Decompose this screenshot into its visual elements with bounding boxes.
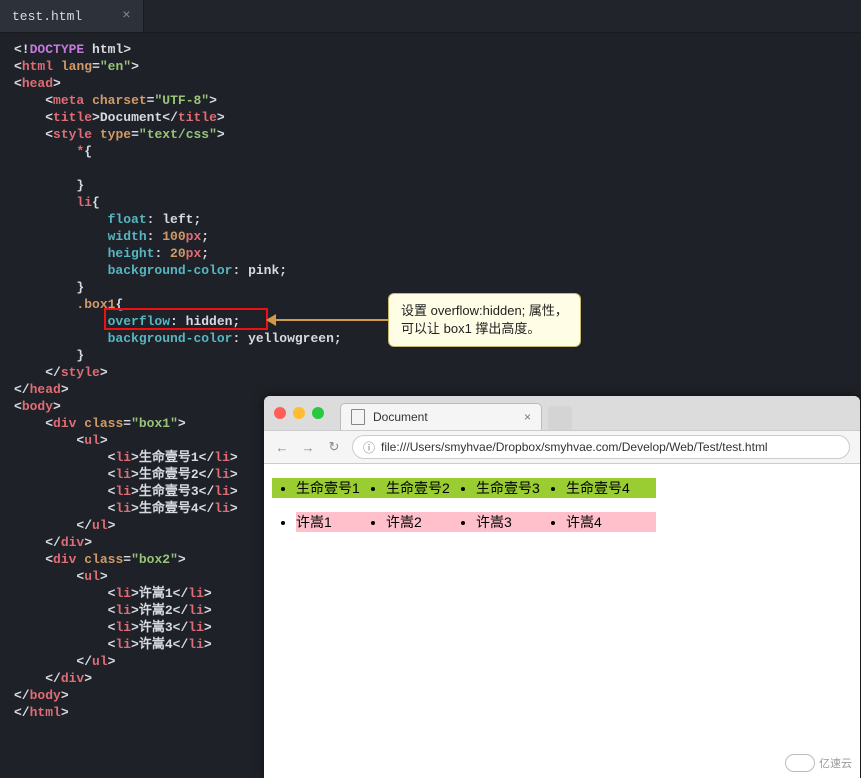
list-item: 生命壹号4: [566, 478, 656, 498]
browser-tab[interactable]: Document ×: [340, 403, 542, 430]
window-minimize-icon[interactable]: [293, 407, 305, 419]
site-info-icon[interactable]: ⓘ: [363, 439, 375, 456]
rendered-box2: 许嵩1 许嵩2 许嵩3 许嵩4: [272, 512, 656, 532]
tab-filename: test.html: [12, 9, 82, 24]
browser-tab-title: Document: [373, 410, 428, 424]
address-text: file:///Users/smyhvae/Dropbox/smyhvae.co…: [381, 440, 768, 454]
address-bar[interactable]: ⓘ file:///Users/smyhvae/Dropbox/smyhvae.…: [352, 435, 850, 459]
list-item: 许嵩4: [566, 512, 656, 532]
nav-back-icon[interactable]: ←: [274, 439, 290, 455]
browser-viewport: 生命壹号1 生命壹号2 生命壹号3 生命壹号4 许嵩1 许嵩2 许嵩3 许嵩4 …: [264, 464, 860, 778]
close-icon[interactable]: ×: [122, 8, 130, 24]
watermark-text: 亿速云: [819, 755, 852, 771]
window-controls: [274, 407, 324, 419]
tab-close-icon[interactable]: ×: [524, 410, 531, 424]
window-close-icon[interactable]: [274, 407, 286, 419]
page-icon: [351, 409, 365, 425]
nav-forward-icon[interactable]: →: [300, 439, 316, 455]
editor-tab-bar: test.html ×: [0, 0, 861, 33]
cloud-icon: [785, 754, 815, 772]
browser-toolbar: ← → ↻ ⓘ file:///Users/smyhvae/Dropbox/sm…: [264, 430, 860, 464]
browser-titlebar: Document ×: [264, 396, 860, 430]
browser-window: Document × ← → ↻ ⓘ file:///Users/smyhvae…: [264, 396, 860, 778]
nav-reload-icon[interactable]: ↻: [326, 439, 342, 455]
new-tab-button[interactable]: [548, 406, 572, 430]
watermark: 亿速云: [785, 754, 852, 772]
window-maximize-icon[interactable]: [312, 407, 324, 419]
rendered-box1: 生命壹号1 生命壹号2 生命壹号3 生命壹号4: [272, 478, 656, 498]
editor-tab[interactable]: test.html ×: [0, 0, 144, 32]
